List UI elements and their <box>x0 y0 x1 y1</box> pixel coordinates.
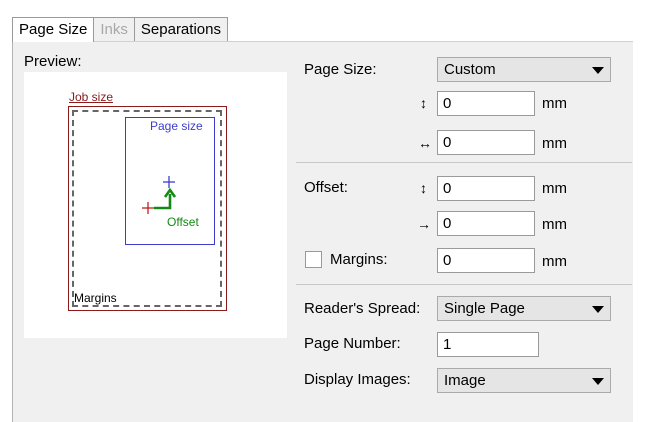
chevron-down-icon <box>592 67 604 74</box>
chevron-down-icon <box>592 378 604 385</box>
chevron-down-icon <box>592 306 604 313</box>
divider <box>296 284 632 285</box>
width-input[interactable]: 0 <box>437 130 535 155</box>
divider <box>296 162 632 163</box>
tab-inks: Inks <box>93 17 135 41</box>
offset-y-input[interactable]: 0 <box>437 176 535 201</box>
preview-label: Preview: <box>24 53 82 70</box>
page-size-value: Custom <box>444 61 496 78</box>
readers-spread-value: Single Page <box>444 300 525 317</box>
offset-x-unit: mm <box>542 216 567 233</box>
margins-label: Margins: <box>330 251 388 268</box>
display-images-value: Image <box>444 372 486 389</box>
offset-y-unit: mm <box>542 180 567 197</box>
page-number-input[interactable]: 1 <box>437 332 539 357</box>
offset-x-icon: → <box>417 216 431 232</box>
margins-input[interactable]: 0 <box>437 248 535 273</box>
page-number-label: Page Number: <box>304 335 401 352</box>
job-size-label: Job size <box>69 90 114 104</box>
display-images-label: Display Images: <box>304 371 411 388</box>
height-input[interactable]: 0 <box>437 91 535 116</box>
height-unit: mm <box>542 95 567 112</box>
offset-x-input[interactable]: 0 <box>437 211 535 236</box>
offset-preview-label: Offset <box>167 215 199 229</box>
width-icon: ↔ <box>418 135 432 151</box>
display-images-select[interactable]: Image <box>437 368 611 393</box>
readers-spread-label: Reader's Spread: <box>304 300 421 317</box>
page-size-select[interactable]: Custom <box>437 57 611 82</box>
margins-unit: mm <box>542 253 567 270</box>
readers-spread-select[interactable]: Single Page <box>437 296 611 321</box>
width-unit: mm <box>542 135 567 152</box>
offset-label: Offset: <box>304 179 348 196</box>
offset-y-icon: ↕ <box>420 180 427 196</box>
margins-preview-label: Margins <box>74 291 117 305</box>
tab-page-size[interactable]: Page Size <box>12 17 95 42</box>
page-size-label: Page Size: <box>304 61 377 78</box>
tab-bar: Page Size Inks Separations <box>12 17 228 42</box>
page-size-preview-label: Page size <box>150 119 203 133</box>
height-icon: ↕ <box>420 95 427 111</box>
offset-marker-icon <box>142 176 177 214</box>
margins-checkbox[interactable] <box>305 251 322 268</box>
tab-separations[interactable]: Separations <box>133 17 228 41</box>
